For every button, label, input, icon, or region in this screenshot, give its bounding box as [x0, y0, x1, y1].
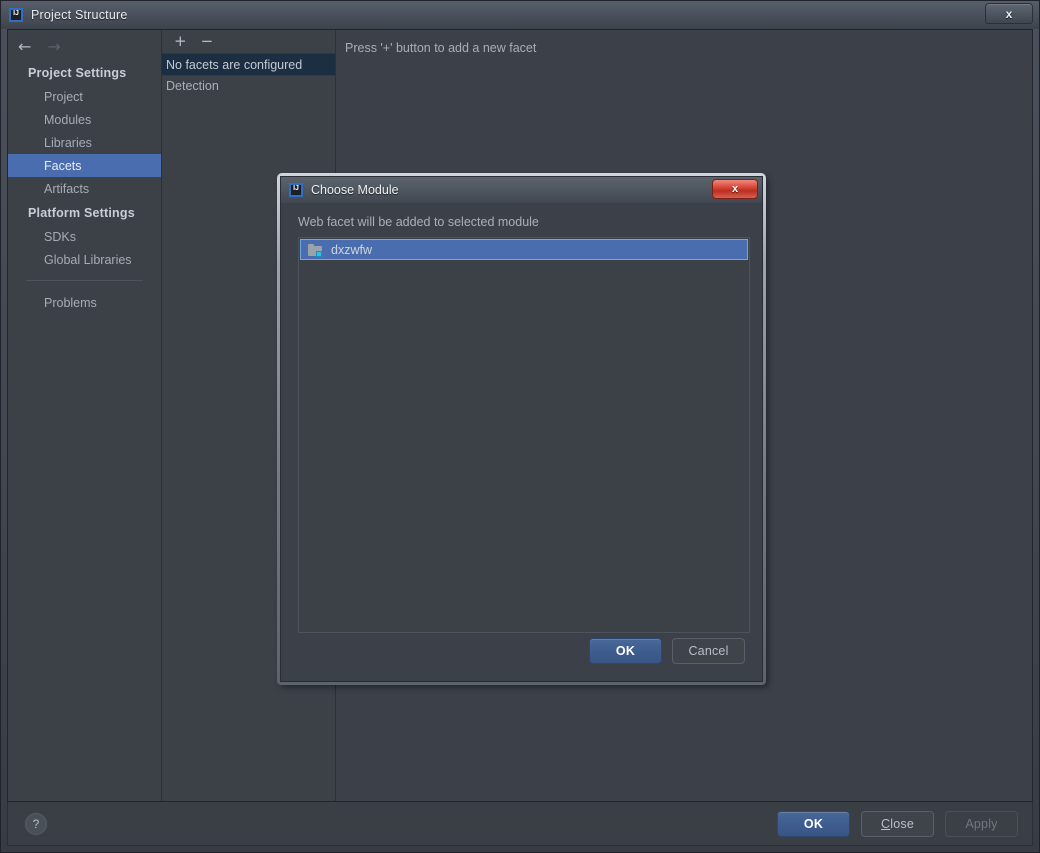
navigation-row: ← → [8, 34, 161, 60]
apply-button-label: Apply [965, 816, 998, 831]
dialog-titlebar: Choose Module x [281, 177, 762, 203]
window-close-button[interactable]: x [985, 3, 1033, 24]
settings-sidebar: ← → Project Settings Project Modules Lib… [8, 30, 162, 801]
sidebar-group-project-settings: Project Settings [28, 66, 127, 80]
facets-toolbar: + − [162, 30, 335, 54]
close-button-label: Close [881, 816, 914, 831]
dialog-body: Web facet will be added to selected modu… [281, 203, 762, 633]
dialog-prompt: Web facet will be added to selected modu… [298, 215, 539, 229]
sidebar-item-facets[interactable]: Facets [8, 154, 161, 177]
facets-list-item-label: Detection [166, 79, 219, 93]
window-title: Project Structure [31, 8, 128, 22]
sidebar-item-label: Modules [44, 112, 92, 127]
sidebar-item-label: Project [44, 89, 83, 104]
sidebar-item-label: SDKs [44, 229, 76, 244]
arrow-left-icon[interactable]: ← [18, 39, 31, 55]
sidebar-item-label: Libraries [44, 135, 92, 150]
close-icon: x [731, 183, 739, 195]
ok-button[interactable]: OK [777, 810, 850, 837]
sidebar-item-label: Global Libraries [44, 252, 132, 267]
facet-detail-hint: Press '+' button to add a new facet [345, 41, 537, 55]
module-list-item-label: dxzwfw [331, 242, 372, 257]
intellij-idea-icon [289, 183, 303, 197]
dialog-button-bar: ? OK Close Apply [7, 802, 1033, 846]
module-list[interactable]: dxzwfw [298, 237, 750, 633]
plus-icon[interactable]: + [174, 34, 187, 49]
module-list-item[interactable]: dxzwfw [300, 239, 748, 260]
dialog-ok-button[interactable]: OK [589, 638, 662, 664]
close-icon: x [1005, 6, 1013, 21]
project-structure-window: Project Structure x ← → Project Settings… [0, 0, 1040, 853]
apply-button: Apply [945, 810, 1018, 837]
sidebar-item-libraries[interactable]: Libraries [8, 131, 161, 154]
dialog-actions: OK Cancel [589, 638, 745, 664]
module-folder-icon [308, 243, 322, 257]
sidebar-item-global-libraries[interactable]: Global Libraries [8, 248, 161, 271]
question-mark-icon: ? [32, 816, 40, 831]
facets-list-item-empty[interactable]: No facets are configured [162, 54, 335, 75]
dialog-cancel-button-label: Cancel [688, 644, 729, 658]
sidebar-group-platform-settings: Platform Settings [28, 206, 135, 220]
help-button[interactable]: ? [25, 812, 47, 835]
sidebar-item-problems[interactable]: Problems [8, 291, 161, 314]
bottom-actions: OK Close Apply [777, 810, 1018, 837]
intellij-idea-icon [9, 8, 23, 22]
minus-icon[interactable]: − [201, 34, 214, 49]
ok-button-label: OK [803, 816, 824, 831]
sidebar-item-modules[interactable]: Modules [8, 108, 161, 131]
sidebar-item-label: Artifacts [44, 181, 90, 196]
sidebar-item-sdks[interactable]: SDKs [8, 225, 161, 248]
close-button[interactable]: Close [861, 810, 934, 837]
sidebar-item-label: Problems [44, 295, 97, 310]
sidebar-item-label: Facets [44, 158, 82, 173]
dialog-title: Choose Module [311, 183, 399, 197]
dialog-ok-button-label: OK [615, 644, 636, 658]
dialog-cancel-button[interactable]: Cancel [672, 638, 745, 664]
choose-module-dialog: Choose Module x Web facet will be added … [277, 173, 766, 685]
facets-list-item-detection[interactable]: Detection [162, 75, 335, 96]
sidebar-item-artifacts[interactable]: Artifacts [8, 177, 161, 200]
choose-module-dialog-inner: Choose Module x Web facet will be added … [280, 176, 763, 682]
arrow-right-icon: → [47, 37, 61, 56]
sidebar-divider [26, 280, 143, 281]
window-titlebar: Project Structure x [1, 1, 1039, 29]
facets-list-item-label: No facets are configured [166, 57, 303, 72]
sidebar-item-project[interactable]: Project [8, 85, 161, 108]
dialog-close-button[interactable]: x [712, 179, 758, 199]
